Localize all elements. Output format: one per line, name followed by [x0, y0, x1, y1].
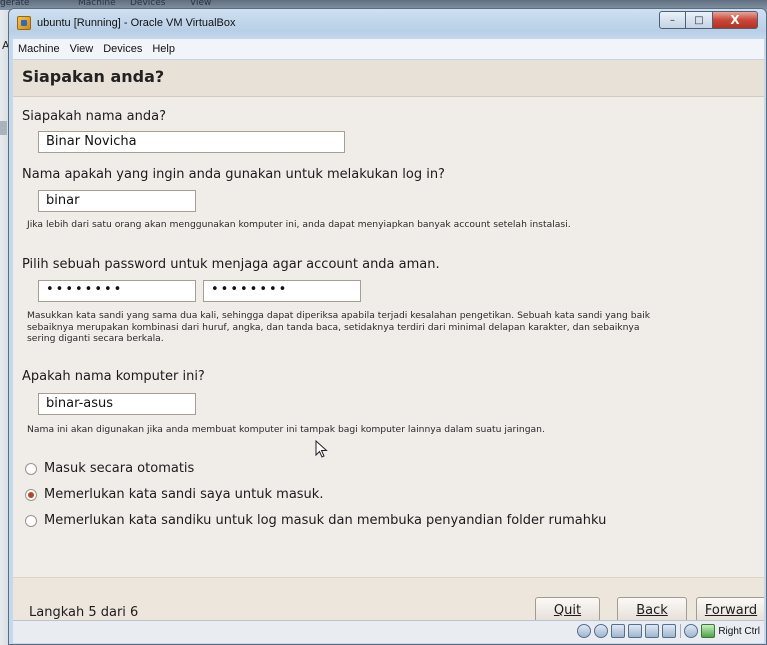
login-note: Jika lebih dari satu orang akan mengguna… [27, 219, 571, 230]
password-note: Masukkan kata sandi yang sama dua kali, … [27, 310, 651, 344]
back-button-label: Back [636, 603, 668, 618]
menu-bar: Machine View Devices Help [13, 39, 764, 60]
radio-require-password[interactable]: Memerlukan kata sandi saya untuk masuk. [25, 487, 323, 502]
host-side-marker [0, 121, 7, 135]
radio-button[interactable] [25, 462, 37, 475]
shared-folder-icon[interactable] [645, 624, 660, 638]
full-name-input[interactable]: Binar Novicha [38, 131, 345, 153]
radio-login-automatically[interactable]: Masuk secara otomatis [25, 461, 194, 476]
name-question: Siapakah nama anda? [22, 109, 166, 124]
login-question: Nama apakah yang ingin anda gunakan untu… [22, 167, 445, 182]
installer-footer: Langkah 5 dari 6 Quit Back Forward [13, 577, 764, 620]
installer-header: Siapakan anda? [13, 60, 764, 97]
host-menu-item: gerate [0, 0, 30, 8]
display-icon[interactable] [662, 624, 677, 638]
menu-machine[interactable]: Machine [13, 43, 65, 55]
menu-view[interactable]: View [65, 43, 99, 55]
computer-name-note: Nama ini akan digunakan jika anda membua… [27, 424, 545, 435]
page-title: Siapakan anda? [22, 67, 165, 86]
password-input[interactable]: •••••••• [38, 280, 196, 302]
capture-icon[interactable] [701, 624, 716, 638]
computer-name-question: Apakah nama komputer ini? [22, 369, 205, 384]
network-icon[interactable] [628, 624, 643, 638]
window-title: ubuntu [Running] - Oracle VM VirtualBox [37, 17, 236, 29]
minimize-button[interactable]: – [659, 11, 686, 29]
guest-screen: Siapakan anda? Siapakah nama anda? Binar… [13, 60, 764, 620]
quit-button[interactable]: Quit [535, 597, 600, 620]
cd-icon[interactable] [594, 624, 609, 638]
host-menu-item: View [190, 0, 212, 8]
radio-button-selected[interactable] [25, 488, 37, 501]
quit-button-label: Quit [553, 603, 582, 618]
installer-form: Siapakah nama anda? Binar Novicha Nama a… [13, 97, 764, 577]
step-indicator: Langkah 5 dari 6 [29, 605, 139, 620]
password-confirm-input[interactable]: •••••••• [203, 280, 361, 302]
virtualbox-window: ubuntu [Running] - Oracle VM VirtualBox … [8, 8, 767, 645]
title-bar: ubuntu [Running] - Oracle VM VirtualBox … [9, 9, 766, 39]
computer-name-input[interactable]: binar-asus [38, 393, 196, 415]
radio-label: Masuk secara otomatis [44, 461, 195, 476]
status-bar: Right Ctrl [13, 620, 764, 643]
radio-button[interactable] [25, 514, 37, 527]
host-menu-item: Devices [130, 0, 166, 8]
window-controls: – □ X [659, 11, 758, 29]
menu-devices[interactable]: Devices [98, 43, 147, 55]
host-key-label: Right Ctrl [718, 625, 760, 637]
maximize-button[interactable]: □ [686, 11, 713, 29]
status-separator [680, 624, 682, 638]
mouse-integration-icon[interactable] [684, 624, 699, 638]
forward-button-label: Forward [704, 603, 758, 618]
usb-icon[interactable] [611, 624, 626, 638]
host-menu-item: Machine [78, 0, 116, 8]
radio-require-password-encrypt-home[interactable]: Memerlukan kata sandiku untuk log masuk … [25, 513, 606, 528]
mouse-pointer-icon [315, 440, 328, 458]
close-button[interactable]: X [713, 11, 758, 29]
status-icons: Right Ctrl [574, 624, 760, 638]
back-button[interactable]: Back [617, 597, 687, 620]
hard-disk-icon[interactable] [577, 624, 592, 638]
username-input[interactable]: binar [38, 190, 196, 212]
password-question: Pilih sebuah password untuk menjaga agar… [22, 257, 440, 272]
radio-label: Memerlukan kata sandiku untuk log masuk … [44, 513, 607, 528]
menu-help[interactable]: Help [147, 43, 180, 55]
virtualbox-app-icon [17, 16, 31, 30]
forward-button[interactable]: Forward [696, 597, 764, 620]
radio-label: Memerlukan kata sandi saya untuk masuk. [44, 487, 324, 502]
